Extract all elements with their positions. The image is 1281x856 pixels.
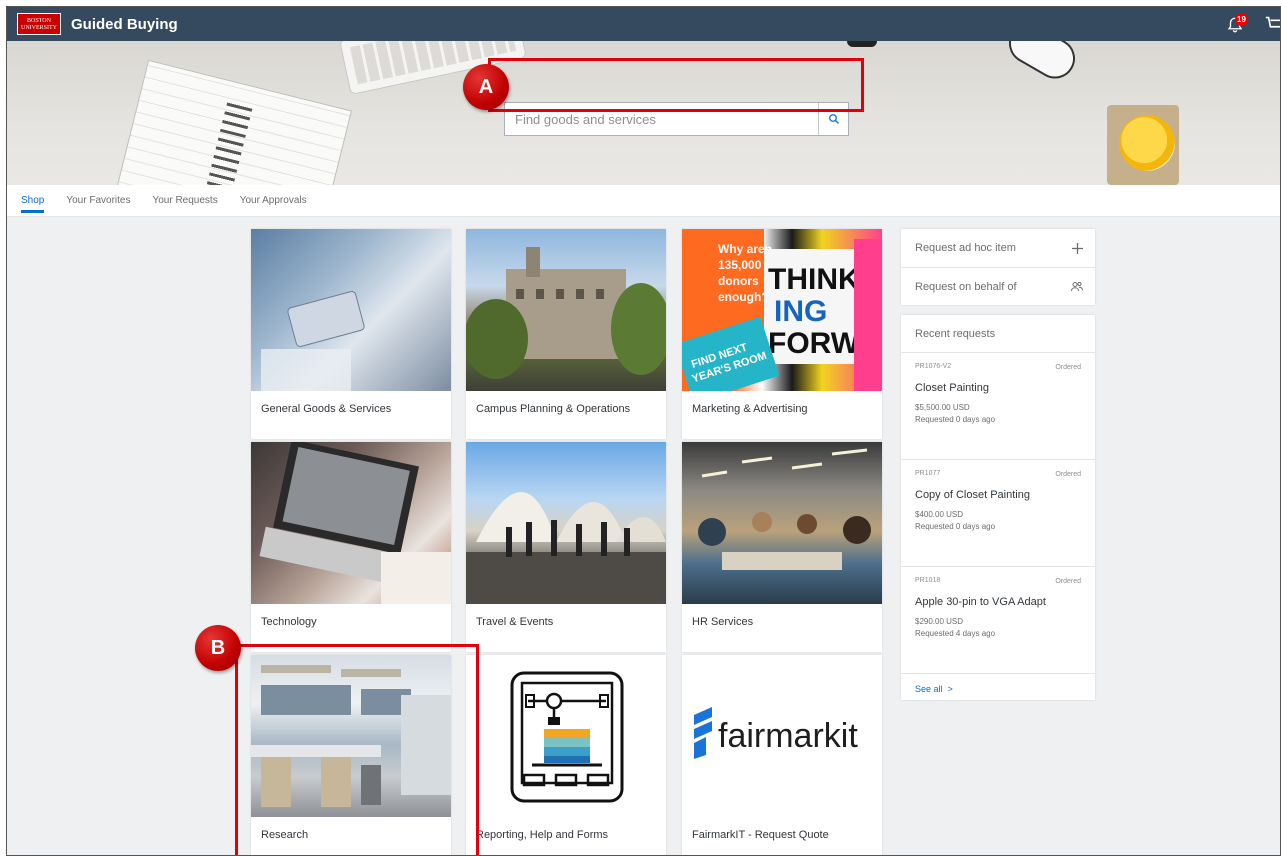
request-on-behalf-button[interactable]: Request on behalf of bbox=[901, 267, 1095, 305]
notification-badge: 19 bbox=[1235, 13, 1248, 26]
request-status: Ordered bbox=[1055, 364, 1081, 371]
search-icon bbox=[828, 114, 839, 124]
shell-bar: BOSTON UNIVERSITY Guided Buying 19 bbox=[7, 7, 1280, 41]
annotation-marker-b: B bbox=[195, 625, 241, 671]
cart-button[interactable] bbox=[1264, 13, 1280, 35]
posters-image: Why aren 135,000 donors enough? THINK IN… bbox=[682, 229, 882, 391]
category-label: Reporting, Help and Forms bbox=[476, 829, 609, 841]
poster-text: 135,000 bbox=[718, 258, 762, 272]
laptop-image bbox=[259, 442, 451, 604]
recent-requests-title: Recent requests bbox=[901, 315, 1095, 353]
category-label: Technology bbox=[261, 616, 317, 628]
logo-text: BOSTON UNIVERSITY bbox=[21, 18, 57, 31]
tab-your-requests[interactable]: Your Requests bbox=[152, 185, 217, 217]
recent-requests-panel: Recent requests PR1076-V2 Ordered Closet… bbox=[901, 315, 1095, 700]
request-title: Copy of Closet Painting bbox=[915, 489, 1030, 501]
fairmarkit-mark-icon bbox=[694, 707, 712, 759]
request-on-behalf-label: Request on behalf of bbox=[915, 280, 1017, 293]
category-tile-reporting-help-forms[interactable]: Reporting, Help and Forms bbox=[466, 655, 666, 855]
category-tile-hr-services[interactable]: HR Services bbox=[682, 442, 882, 652]
category-image bbox=[466, 655, 666, 817]
request-title: Apple 30-pin to VGA Adapt bbox=[915, 596, 1046, 608]
request-date: Requested 0 days ago bbox=[915, 415, 996, 424]
plus-icon bbox=[1072, 242, 1083, 254]
poster-text: enough? bbox=[718, 290, 769, 304]
poster-text: Why aren bbox=[718, 242, 772, 256]
poster-text: THINK bbox=[768, 263, 860, 296]
annotation-box-b bbox=[235, 644, 479, 855]
annotation-box-a bbox=[488, 58, 864, 112]
category-label: HR Services bbox=[692, 616, 754, 628]
users-icon bbox=[1071, 281, 1083, 291]
fairmarkit-wordmark: fairmarkit bbox=[718, 717, 858, 755]
category-tile-travel-events[interactable]: Travel & Events bbox=[466, 442, 666, 652]
see-all-label: See all bbox=[915, 684, 943, 694]
category-tile-fairmarkit[interactable]: fairmarkit FairmarkIT - Request Quote bbox=[682, 655, 882, 855]
poster-text: ING bbox=[774, 295, 827, 328]
fairmarkit-logo: fairmarkit bbox=[694, 707, 858, 759]
notifications-button[interactable]: 19 bbox=[1226, 13, 1248, 35]
request-status: Ordered bbox=[1055, 471, 1081, 478]
category-label: General Goods & Services bbox=[261, 403, 392, 415]
tab-your-approvals[interactable]: Your Approvals bbox=[240, 185, 307, 217]
category-tile-technology[interactable]: Technology bbox=[251, 442, 451, 652]
poster-text: donors bbox=[718, 274, 759, 288]
category-label: Marketing & Advertising bbox=[692, 403, 808, 415]
category-image bbox=[466, 229, 666, 391]
request-status: Ordered bbox=[1055, 578, 1081, 585]
app-frame: BOSTON UNIVERSITY Guided Buying 19 Find … bbox=[6, 6, 1281, 856]
annotation-marker-a: A bbox=[463, 64, 509, 110]
category-image: fairmarkit bbox=[682, 655, 882, 817]
category-label: Campus Planning & Operations bbox=[476, 403, 631, 415]
cart-icon bbox=[1265, 16, 1280, 28]
request-title: Closet Painting bbox=[915, 382, 989, 394]
category-label: Travel & Events bbox=[476, 616, 554, 628]
recent-request-item[interactable]: PR1077 Ordered Copy of Closet Painting $… bbox=[901, 460, 1095, 567]
chevron-right-icon: > bbox=[945, 684, 953, 694]
category-tile-general-goods[interactable]: General Goods & Services bbox=[251, 229, 451, 439]
office-meeting-image bbox=[698, 448, 871, 570]
recent-request-item[interactable]: PR1076-V2 Ordered Closet Painting $5,500… bbox=[901, 353, 1095, 460]
category-image bbox=[466, 442, 666, 604]
category-tile-campus-planning[interactable]: Campus Planning & Operations bbox=[466, 229, 666, 439]
request-price: $400.00 USD bbox=[915, 510, 964, 519]
juice-glass-image bbox=[1119, 115, 1175, 171]
request-price: $5,500.00 USD bbox=[915, 403, 970, 412]
campus-building-image bbox=[466, 247, 666, 379]
category-image bbox=[251, 229, 451, 391]
category-image bbox=[251, 442, 451, 604]
category-image bbox=[682, 442, 882, 604]
request-price: $290.00 USD bbox=[915, 617, 964, 626]
tab-your-favorites[interactable]: Your Favorites bbox=[66, 185, 130, 217]
request-date: Requested 0 days ago bbox=[915, 522, 996, 531]
opera-house-image bbox=[466, 492, 666, 604]
request-date: Requested 4 days ago bbox=[915, 629, 996, 638]
category-label: FairmarkIT - Request Quote bbox=[692, 829, 829, 841]
tab-bar: Shop Your Favorites Your Requests Your A… bbox=[7, 185, 1280, 217]
decor-object bbox=[847, 41, 877, 47]
request-ad-hoc-label: Request ad hoc item bbox=[915, 242, 1016, 254]
recent-request-item[interactable]: PR1018 Ordered Apple 30-pin to VGA Adapt… bbox=[901, 567, 1095, 674]
category-tile-marketing[interactable]: Why aren 135,000 donors enough? THINK IN… bbox=[682, 229, 882, 439]
tab-shop[interactable]: Shop bbox=[21, 185, 45, 217]
3d-printer-icon bbox=[510, 671, 624, 803]
device-image bbox=[1001, 41, 1083, 86]
app-title[interactable]: Guided Buying bbox=[71, 16, 178, 33]
see-all-link[interactable]: See all > bbox=[901, 674, 1095, 694]
poster-text: FORW bbox=[768, 327, 860, 360]
request-ad-hoc-item-button[interactable]: Request ad hoc item bbox=[901, 229, 1095, 267]
tablet-image bbox=[261, 291, 365, 391]
actions-panel: Request ad hoc item Request on behalf of bbox=[901, 229, 1095, 305]
category-image: Why aren 135,000 donors enough? THINK IN… bbox=[682, 229, 882, 391]
university-logo[interactable]: BOSTON UNIVERSITY bbox=[17, 13, 61, 35]
